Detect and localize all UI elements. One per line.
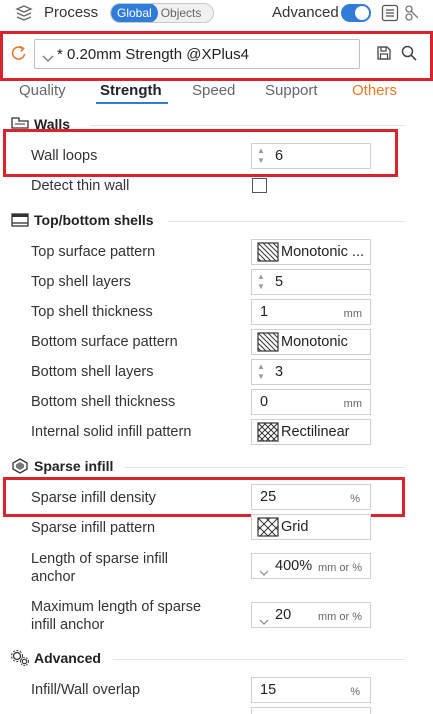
chevron-down-icon[interactable] xyxy=(259,564,269,580)
detect-thin-wall-checkbox[interactable] xyxy=(252,178,267,193)
tab-quality[interactable]: Quality xyxy=(19,82,66,99)
active-tab-underline xyxy=(96,102,168,104)
top-shell-layers-value: 5 xyxy=(275,274,284,290)
tab-speed[interactable]: Speed xyxy=(192,82,235,99)
top-surface-pattern-label: Top surface pattern xyxy=(31,244,156,260)
top-surface-pattern-value: Monotonic ... xyxy=(281,244,365,260)
infill-wall-overlap-field[interactable]: 15 % xyxy=(251,677,371,703)
monotonic-pattern-icon xyxy=(257,332,279,352)
sparse-infill-density-label: Sparse infill density xyxy=(31,490,156,506)
walls-icon xyxy=(11,116,29,130)
shells-icon xyxy=(11,212,29,228)
spinner-down-icon[interactable]: ▼ xyxy=(257,157,265,165)
advanced-gears-icon xyxy=(10,649,30,667)
save-icon[interactable] xyxy=(376,45,392,61)
infill-wall-overlap-value: 15 xyxy=(260,682,277,698)
bottom-surface-pattern-select[interactable]: Monotonic xyxy=(251,329,371,355)
bottom-shell-thickness-unit: mm xyxy=(343,398,362,410)
internal-solid-infill-pattern-value: Rectilinear xyxy=(281,424,350,440)
bottom-shell-thickness-field[interactable]: 0 mm xyxy=(251,389,371,415)
section-top-bottom-title: Top/bottom shells xyxy=(34,212,154,228)
panel-title: Process xyxy=(44,4,99,21)
internal-solid-infill-pattern-select[interactable]: Rectilinear xyxy=(251,419,371,445)
list-icon[interactable] xyxy=(381,4,399,22)
preset-name: * 0.20mm Strength @XPlus4 xyxy=(57,46,249,63)
sparse-infill-pattern-label: Sparse infill pattern xyxy=(31,520,156,536)
bottom-shell-layers-value: 3 xyxy=(275,364,284,380)
tab-strength[interactable]: Strength xyxy=(100,82,162,99)
label-line: Maximum length of sparse xyxy=(31,599,202,615)
sparse-infill-density-value: 25 xyxy=(260,489,277,505)
spinner-down-icon[interactable]: ▼ xyxy=(257,373,265,381)
section-sparse-title: Sparse infill xyxy=(34,458,114,474)
objects-option[interactable]: Objects xyxy=(158,6,207,20)
search-icon[interactable] xyxy=(400,44,418,62)
sparse-anchor-length-unit: mm or % xyxy=(318,562,362,574)
reset-icon[interactable] xyxy=(10,44,28,62)
monotonic-pattern-icon xyxy=(257,242,279,262)
advanced-toggle[interactable] xyxy=(341,4,371,22)
preset-select[interactable]: * 0.20mm Strength @XPlus4 xyxy=(34,39,360,69)
spinner-up-icon[interactable]: ▲ xyxy=(257,147,265,155)
section-divider xyxy=(168,221,405,222)
top-shell-thickness-label: Top shell thickness xyxy=(31,304,153,320)
compare-icon[interactable] xyxy=(404,4,418,22)
spinner-up-icon[interactable]: ▲ xyxy=(257,273,265,281)
chevron-down-icon xyxy=(42,50,54,66)
sparse-infill-density-field[interactable]: 25 % xyxy=(251,484,371,510)
top-shell-layers-label: Top shell layers xyxy=(31,274,131,290)
infill-wall-overlap-unit: % xyxy=(350,686,360,698)
grid-pattern-icon xyxy=(257,517,279,537)
label-line: Length of sparse infill xyxy=(31,551,169,567)
sparse-anchor-length-value: 400% xyxy=(275,558,313,574)
wall-loops-value: 6 xyxy=(275,148,284,164)
sparse-anchor-max-value: 20 xyxy=(275,607,292,623)
wall-loops-label: Wall loops xyxy=(31,148,98,164)
spinner-up-icon[interactable]: ▲ xyxy=(257,363,265,371)
tab-support[interactable]: Support xyxy=(265,82,318,99)
process-icon xyxy=(14,4,34,22)
label-line: anchor xyxy=(31,569,76,585)
bottom-shell-thickness-label: Bottom shell thickness xyxy=(31,394,176,410)
detect-thin-wall-label: Detect thin wall xyxy=(31,178,130,194)
rectilinear-pattern-icon xyxy=(257,422,279,442)
bottom-shell-layers-label: Bottom shell layers xyxy=(31,364,154,380)
sparse-infill-pattern-select[interactable]: Grid xyxy=(251,514,371,540)
sparse-anchor-max-label: Maximum length of sparse infill anchor xyxy=(31,598,201,634)
section-divider xyxy=(113,659,405,660)
spinner-down-icon[interactable]: ▼ xyxy=(257,283,265,291)
sparse-infill-density-unit: % xyxy=(350,493,360,505)
sparse-anchor-max-field[interactable]: 20 mm or % xyxy=(251,602,371,628)
wall-loops-field[interactable]: ▲ ▼ 6 xyxy=(251,143,371,169)
bottom-shell-layers-field[interactable]: ▲ ▼ 3 xyxy=(251,359,371,385)
top-shell-thickness-value: 1 xyxy=(260,304,269,320)
sparse-infill-pattern-value: Grid xyxy=(281,519,309,535)
internal-solid-infill-pattern-label: Internal solid infill pattern xyxy=(31,424,192,440)
section-advanced-title: Advanced xyxy=(34,650,101,666)
bottom-shell-thickness-value: 0 xyxy=(260,394,269,410)
bottom-surface-pattern-label: Bottom surface pattern xyxy=(31,334,178,350)
scope-switch[interactable]: Global Objects xyxy=(110,3,214,23)
section-divider xyxy=(90,125,405,126)
global-option[interactable]: Global xyxy=(111,4,158,22)
sparse-infill-icon xyxy=(11,458,29,474)
section-divider xyxy=(124,467,405,468)
next-setting-field[interactable] xyxy=(251,707,371,714)
infill-wall-overlap-label: Infill/Wall overlap xyxy=(31,682,141,698)
sparse-anchor-length-field[interactable]: 400% mm or % xyxy=(251,553,371,579)
chevron-down-icon[interactable] xyxy=(259,613,269,629)
label-line: infill anchor xyxy=(31,617,105,633)
sparse-anchor-max-unit: mm or % xyxy=(318,611,362,623)
bottom-surface-pattern-value: Monotonic xyxy=(281,334,348,350)
advanced-label: Advanced xyxy=(272,4,339,21)
top-shell-thickness-unit: mm xyxy=(343,308,362,320)
top-surface-pattern-select[interactable]: Monotonic ... xyxy=(251,239,371,265)
top-shell-layers-field[interactable]: ▲ ▼ 5 xyxy=(251,269,371,295)
top-shell-thickness-field[interactable]: 1 mm xyxy=(251,299,371,325)
tab-others[interactable]: Others xyxy=(352,82,397,99)
sparse-anchor-length-label: Length of sparse infill anchor xyxy=(31,550,168,586)
